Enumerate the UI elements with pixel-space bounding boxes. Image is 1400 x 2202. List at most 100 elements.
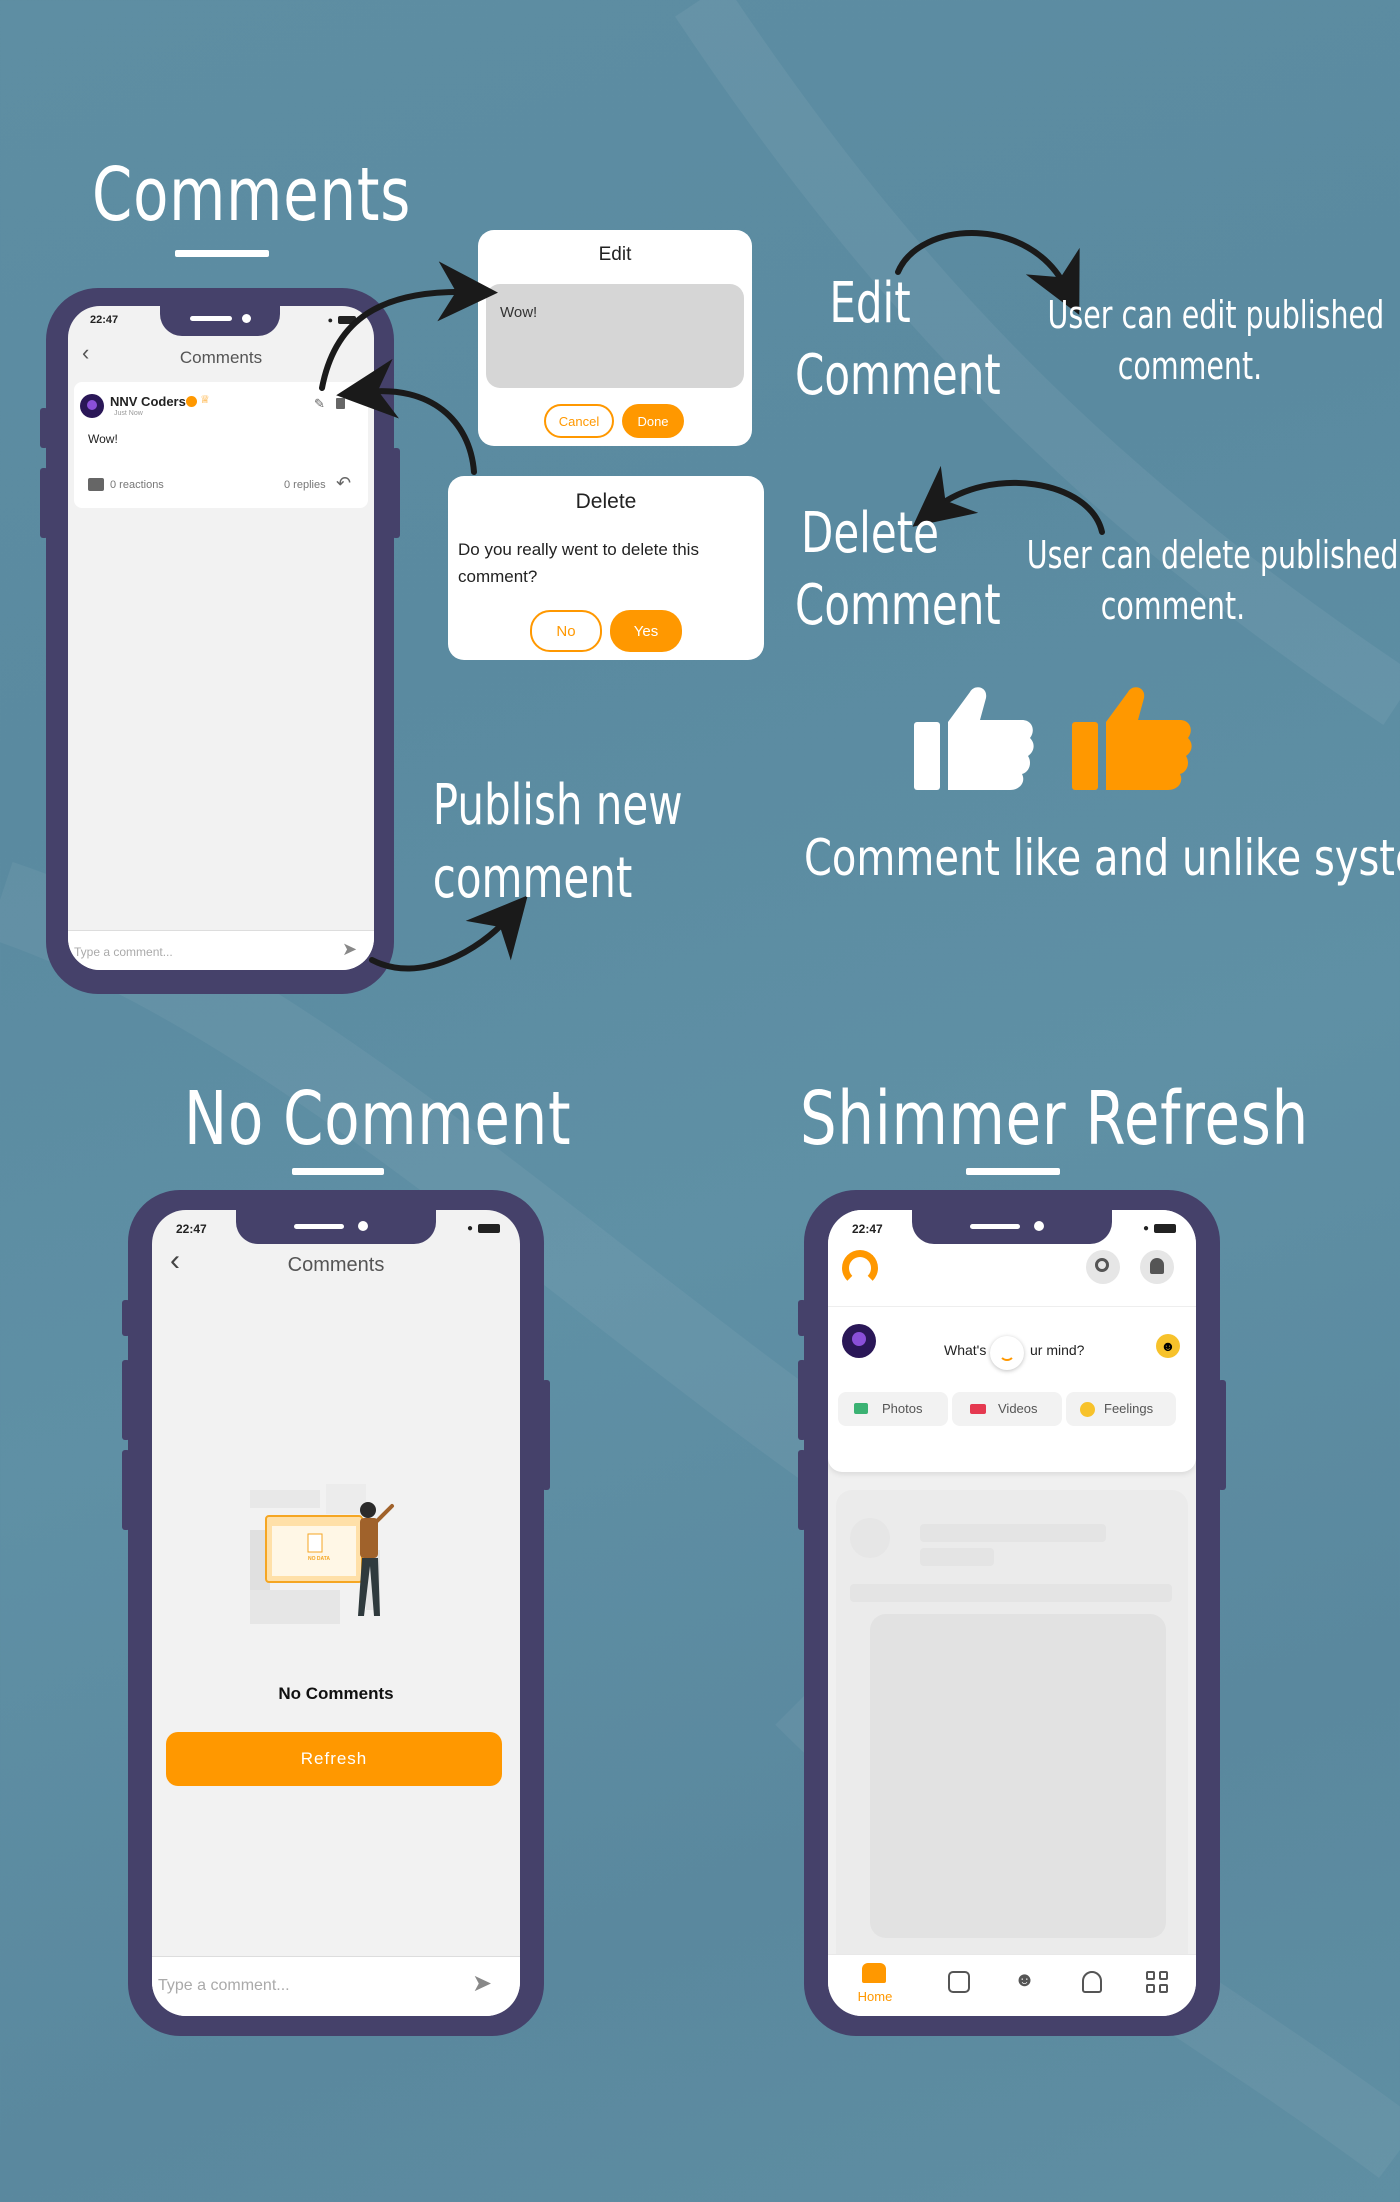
like-system-caption-text: Comment like and unlike system	[804, 829, 1400, 887]
delete-icon[interactable]	[336, 398, 345, 409]
phone-notch	[236, 1210, 436, 1244]
comment-input-bar: Type a comment... ➤	[152, 1956, 520, 2016]
phone-comments-screen: 22:47 ● ‹ Comments NNV Coders ♕ Just Now…	[68, 306, 374, 970]
battery-icon	[1154, 1224, 1176, 1233]
phone-no-comment-screen: 22:47 ● ‹ Comments NO DATA No Comments R…	[152, 1210, 520, 2016]
reactions-count[interactable]: 0 reactions	[110, 479, 164, 491]
send-icon[interactable]: ➤	[472, 1969, 492, 1998]
app-logo-icon[interactable]	[842, 1250, 878, 1286]
feed-header: 22:47 ● What's ur mind? ☻ Photos Videos …	[828, 1210, 1196, 1472]
phone-shimmer-screen: 22:47 ● What's ur mind? ☻ Photos Videos …	[828, 1210, 1196, 2016]
reply-icon[interactable]: ↶	[336, 473, 351, 494]
phone-notch	[160, 306, 280, 336]
videos-label: Videos	[998, 1401, 1038, 1416]
header-divider	[828, 1306, 1196, 1307]
crown-icon: ♕	[200, 394, 210, 406]
battery-icon	[338, 316, 356, 324]
wifi-icon: ●	[327, 315, 333, 325]
phone-comments: 22:47 ● ‹ Comments NNV Coders ♕ Just Now…	[40, 288, 400, 994]
search-icon[interactable]	[1086, 1250, 1120, 1284]
edit-icon[interactable]: ✎	[314, 396, 325, 412]
like-icon[interactable]	[88, 478, 104, 491]
edit-caption-title-text: Edit Comment	[795, 271, 1001, 408]
shimmer-image	[870, 1614, 1166, 1938]
comment-input[interactable]: Type a comment...	[74, 945, 173, 959]
comments-underline	[175, 250, 269, 257]
refresh-button[interactable]: Refresh	[166, 1732, 502, 1786]
feelings-label: Feelings	[1104, 1401, 1154, 1416]
wifi-icon: ●	[466, 1223, 473, 1234]
videos-chip[interactable]: Videos	[952, 1392, 1062, 1426]
comment-time: Just Now	[114, 410, 143, 417]
phone-shimmer: 22:47 ● What's ur mind? ☻ Photos Videos …	[798, 1190, 1226, 2036]
status-time: 22:47	[176, 1222, 207, 1236]
post-prompt-left[interactable]: What's	[944, 1342, 986, 1358]
delete-dialog-title: Delete	[575, 490, 637, 513]
shimmer-refresh-heading: Shimmer Refresh	[800, 1076, 1309, 1162]
comment-input[interactable]: Type a comment...	[158, 1977, 290, 1995]
comment-text: Wow!	[88, 432, 118, 446]
camera-icon	[854, 1403, 868, 1414]
no-comment-heading: No Comment	[184, 1076, 572, 1162]
arrow-delete-caption	[912, 465, 1105, 535]
shimmer-line	[850, 1584, 1172, 1602]
smile-icon	[1080, 1402, 1095, 1417]
nav-home[interactable]: Home	[842, 1961, 908, 2011]
battery-icon	[478, 1224, 500, 1233]
shimmer-refresh-underline	[966, 1168, 1060, 1175]
status-icons: ●	[328, 315, 356, 325]
edit-dialog-title: Edit	[598, 244, 632, 265]
no-button[interactable]: No	[530, 610, 602, 652]
comment-user[interactable]: NNV Coders	[110, 394, 186, 409]
publish-caption: Publish new comment	[433, 770, 683, 916]
edit-caption-desc-text: User can edit published comment.	[1047, 293, 1385, 389]
send-icon[interactable]: ➤	[342, 939, 357, 960]
loading-spinner	[990, 1336, 1024, 1370]
thumbs-up-white-icon	[914, 687, 1034, 790]
bottom-nav: Home ☻	[828, 1954, 1196, 2016]
publish-caption-text: Publish new comment	[432, 773, 683, 911]
nav-video-icon[interactable]	[948, 1971, 970, 1993]
cancel-button[interactable]: Cancel	[544, 404, 614, 438]
verified-badge-icon	[186, 396, 197, 407]
edit-dialog: Edit Wow! Cancel Done	[478, 230, 752, 446]
delete-caption-title-text: Delete Comment	[795, 501, 1001, 638]
nav-home-label: Home	[857, 1989, 893, 2004]
yes-button[interactable]: Yes	[610, 610, 682, 652]
avatar	[80, 394, 104, 418]
thumbs-up-orange-icon	[1072, 687, 1192, 790]
phone-no-comment: 22:47 ● ‹ Comments NO DATA No Comments R…	[122, 1190, 550, 2036]
feelings-chip[interactable]: Feelings	[1066, 1392, 1176, 1426]
delete-caption-desc: User can delete published comment.	[1027, 530, 1399, 633]
done-button[interactable]: Done	[622, 404, 684, 438]
comment-card: NNV Coders ♕ Just Now ✎ Wow! 0 reactions…	[74, 382, 368, 508]
edit-caption-desc: User can edit published comment.	[1048, 290, 1385, 393]
no-data-illustration	[250, 1484, 394, 1624]
nav-friends-icon[interactable]: ☻	[1014, 1969, 1040, 1995]
status-icons: ●	[467, 1223, 500, 1234]
illustration-label: NO DATA	[308, 1556, 331, 1562]
status-icons: ●	[1143, 1223, 1176, 1234]
edit-caption-title: Edit Comment	[795, 268, 1001, 411]
page-title: Comments	[179, 348, 263, 367]
delete-dialog-message: Do you really went to delete this commen…	[458, 540, 699, 587]
nav-bell-icon[interactable]	[1082, 1971, 1102, 1993]
post-prompt-right[interactable]: ur mind?	[1030, 1342, 1084, 1358]
shimmer-avatar	[850, 1518, 890, 1558]
phone-notch	[912, 1210, 1112, 1244]
edit-comment-field[interactable]: Wow!	[486, 284, 744, 388]
nav-menu-icon[interactable]	[1146, 1971, 1168, 1993]
video-icon	[970, 1404, 986, 1414]
comments-heading: Comments	[92, 152, 412, 238]
shimmer-card	[836, 1490, 1188, 1970]
photos-chip[interactable]: Photos	[838, 1392, 948, 1426]
status-time: 22:47	[852, 1222, 883, 1236]
avatar[interactable]	[842, 1324, 876, 1358]
notifications-icon[interactable]	[1140, 1250, 1174, 1284]
emoji-icon[interactable]: ☻	[1156, 1334, 1180, 1358]
page-title: Comments	[287, 1254, 385, 1276]
comment-input-bar: Type a comment... ➤	[68, 930, 374, 970]
empty-state-text: No Comments	[278, 1684, 394, 1703]
home-icon	[862, 1963, 886, 1983]
replies-count[interactable]: 0 replies	[284, 479, 326, 491]
